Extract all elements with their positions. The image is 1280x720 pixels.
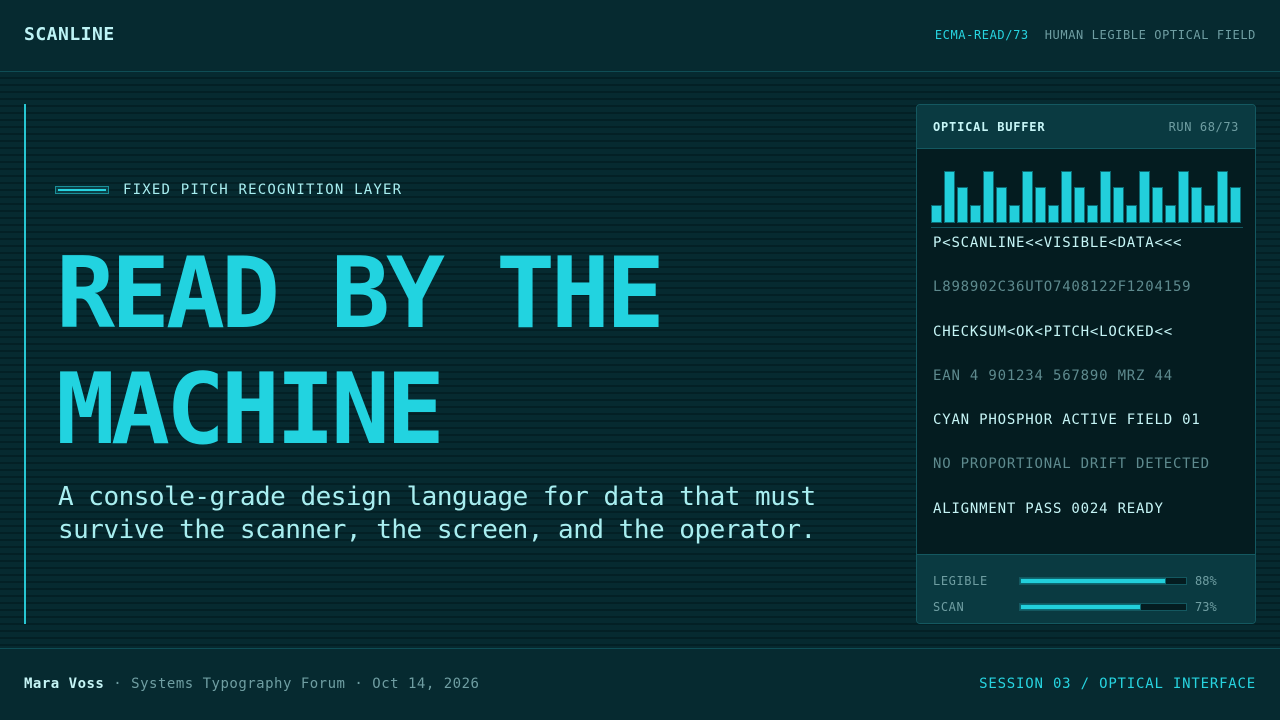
speaker-name: Mara Voss <box>24 676 105 692</box>
buffer-lines: P<SCANLINE<<VISIBLE<DATA<<< L898902C36UTO… <box>933 233 1243 543</box>
signal-bar <box>1113 187 1124 223</box>
separator: · <box>354 676 364 692</box>
signal-bar <box>1061 171 1072 223</box>
meter-row: LEGIBLE 88% <box>933 568 1239 594</box>
run-counter: RUN 68/73 <box>1168 119 1239 134</box>
buffer-line: ALIGNMENT PASS 0024 READY <box>933 500 1164 517</box>
meter-label: SCAN <box>933 600 965 614</box>
meter-value: 73% <box>1195 600 1217 614</box>
signal-bar <box>996 187 1007 223</box>
signal-bar <box>1009 205 1020 223</box>
meter-label: LEGIBLE <box>933 574 988 588</box>
signal-bar <box>957 187 968 223</box>
accent-rule <box>24 104 26 624</box>
meter-value: 88% <box>1195 574 1217 588</box>
bars-baseline <box>931 227 1243 228</box>
signal-bar <box>1087 205 1098 223</box>
meter-fill <box>1020 578 1167 584</box>
separator: · <box>113 676 123 692</box>
meter-track <box>1019 577 1187 585</box>
event-name: Systems Typography Forum <box>131 676 346 692</box>
buffer-line: EAN 4 901234 567890 MRZ 44 <box>933 367 1173 384</box>
footer-credits: Mara Voss · Systems Typography Forum · O… <box>24 676 479 692</box>
meter-row: SCAN 73% <box>933 594 1239 620</box>
signal-bar <box>1048 205 1059 223</box>
header-meta: ECMA-READ/73 HUMAN LEGIBLE OPTICAL FIELD <box>935 28 1256 42</box>
signal-bar <box>1230 187 1241 223</box>
signal-bar <box>1165 205 1176 223</box>
signal-bar <box>1178 171 1189 223</box>
buffer-line: CHECKSUM<OK<PITCH<LOCKED<< <box>933 323 1173 340</box>
buffer-line: NO PROPORTIONAL DRIFT DETECTED <box>933 456 1210 473</box>
signal-bar <box>944 171 955 223</box>
signal-bar <box>1191 187 1202 223</box>
event-date: Oct 14, 2026 <box>372 676 480 692</box>
signal-bar <box>1126 205 1137 223</box>
meter-track <box>1019 603 1187 611</box>
standard-code: ECMA-READ/73 <box>934 28 1029 42</box>
panel-meters: LEGIBLE 88% SCAN 73% <box>917 554 1255 623</box>
signal-bar <box>1035 187 1046 223</box>
signal-bar <box>1152 187 1163 223</box>
subheading: A console-grade design language for data… <box>58 482 816 545</box>
footer: Mara Voss · Systems Typography Forum · O… <box>0 648 1280 720</box>
eyebrow: FIXED PITCH RECOGNITION LAYER <box>55 182 402 198</box>
signal-bar <box>1100 171 1111 223</box>
signal-bar <box>1139 171 1150 223</box>
panel-title: OPTICAL BUFFER <box>933 119 1046 134</box>
headline: READ BY THE MACHINE <box>56 236 665 468</box>
buffer-line: CYAN PHOSPHOR ACTIVE FIELD 01 <box>933 412 1201 429</box>
brand-logo[interactable]: SCANLINE <box>24 24 115 45</box>
signal-bar <box>970 205 981 223</box>
signal-bar <box>1204 205 1215 223</box>
headline-line-2: MACHINE <box>56 353 445 467</box>
signal-bar <box>1022 171 1033 223</box>
panel-header: OPTICAL BUFFER RUN 68/73 <box>917 105 1255 149</box>
signal-bar <box>983 171 994 223</box>
signal-bar <box>1217 171 1228 223</box>
optical-buffer-panel: OPTICAL BUFFER RUN 68/73 P<SCANLINE<<VIS… <box>916 104 1256 624</box>
meter-fill <box>1020 604 1142 610</box>
buffer-line: L898902C36UTO7408122F1204159 <box>933 279 1192 296</box>
session-label: SESSION 03 / OPTICAL INTERFACE <box>979 676 1256 692</box>
eyebrow-bar-icon <box>55 186 109 194</box>
signal-bar <box>931 205 942 223</box>
signal-bars <box>931 171 1243 223</box>
top-bar: SCANLINE ECMA-READ/73 HUMAN LEGIBLE OPTI… <box>0 0 1280 72</box>
buffer-line: P<SCANLINE<<VISIBLE<DATA<<< <box>933 235 1183 251</box>
eyebrow-label: FIXED PITCH RECOGNITION LAYER <box>123 182 403 198</box>
headline-line-1: READ BY THE <box>56 237 665 351</box>
signal-bar <box>1074 187 1085 223</box>
field-description: HUMAN LEGIBLE OPTICAL FIELD <box>1044 28 1256 42</box>
